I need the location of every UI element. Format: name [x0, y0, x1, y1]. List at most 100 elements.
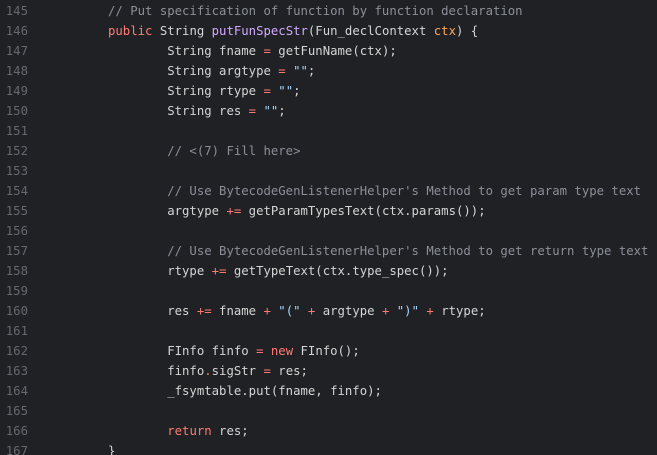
code-line[interactable]: 167}: [0, 441, 657, 455]
code-token: String: [152, 24, 212, 38]
code-token: // Use BytecodeGenListenerHelper's Metho…: [108, 244, 649, 258]
code-token: +=: [196, 304, 212, 318]
code-line[interactable]: 147 String fname = getFunName(ctx);: [0, 41, 657, 61]
code-token: =: [263, 364, 271, 378]
line-number: 163: [5, 364, 28, 378]
code-line[interactable]: 158 rtype += getTypeText(ctx.type_spec()…: [0, 261, 657, 281]
code-text: // Use BytecodeGenListenerHelper's Metho…: [108, 181, 641, 201]
code-token: String res: [108, 104, 249, 118]
code-token: getFunName(ctx);: [270, 44, 397, 58]
code-token: "": [293, 64, 308, 78]
code-token: =: [263, 44, 271, 58]
code-line[interactable]: 145 // Put specification of function by f…: [0, 1, 657, 21]
code-editor[interactable]: 145 // Put specification of function by f…: [0, 0, 657, 455]
code-line[interactable]: 160 res += fname + "(" + argtype + ")" +…: [0, 301, 657, 321]
code-token: // <(7) Fill here>: [108, 144, 301, 158]
line-number: 148: [5, 64, 28, 78]
code-text: }: [108, 441, 115, 455]
code-token: argtype: [315, 304, 382, 318]
code-token: +=: [211, 264, 227, 278]
line-number: 155: [5, 204, 28, 218]
code-line[interactable]: 154 // Use BytecodeGenListenerHelper's M…: [0, 181, 657, 201]
code-token: rtype;: [433, 304, 486, 318]
line-number: 156: [5, 224, 28, 238]
code-token: argtype: [108, 204, 227, 218]
code-text: // Use BytecodeGenListenerHelper's Metho…: [108, 241, 648, 261]
code-token: FInfo();: [293, 344, 360, 358]
code-token: res;: [211, 424, 249, 438]
code-text: // <(7) Fill here>: [108, 141, 301, 161]
line-number: 166: [5, 424, 28, 438]
code-line[interactable]: 153: [0, 161, 657, 181]
code-text: String rtype = "";: [108, 81, 301, 101]
code-token: new: [270, 344, 294, 358]
code-text: // Put specification of function by func…: [108, 1, 523, 21]
code-token: =: [263, 84, 271, 98]
line-number: 167: [5, 444, 28, 455]
code-token: (Fun_declContext: [307, 24, 434, 38]
code-line[interactable]: 155 argtype += getParamTypesText(ctx.par…: [0, 201, 657, 221]
code-line[interactable]: 159: [0, 281, 657, 301]
line-number: 145: [5, 4, 28, 18]
code-token: "(": [278, 304, 301, 318]
code-token: "": [278, 84, 294, 98]
code-token: =: [278, 64, 286, 78]
code-line[interactable]: 161: [0, 321, 657, 341]
code-token: String rtype: [108, 84, 264, 98]
code-line[interactable]: 165: [0, 401, 657, 421]
code-token: FInfo finfo: [108, 344, 257, 358]
code-line[interactable]: 164 _fsymtable.put(fname, finfo);: [0, 381, 657, 401]
code-token: res: [108, 304, 197, 318]
line-number: 158: [5, 264, 28, 278]
code-line[interactable]: 148 String argtype = "";: [0, 61, 657, 81]
line-number: 147: [5, 44, 28, 58]
line-number: 154: [5, 184, 28, 198]
code-line[interactable]: 149 String rtype = "";: [0, 81, 657, 101]
code-token: String argtype: [108, 64, 279, 78]
code-line[interactable]: 157 // Use BytecodeGenListenerHelper's M…: [0, 241, 657, 261]
line-number: 149: [5, 84, 28, 98]
code-line[interactable]: 151: [0, 121, 657, 141]
code-token: _fsymtable.put(fname, finfo);: [108, 384, 382, 398]
code-token: ")": [396, 304, 419, 318]
code-line[interactable]: 163 finfo.sigStr = res;: [0, 361, 657, 381]
code-text: argtype += getParamTypesText(ctx.params(…: [108, 201, 485, 221]
code-token: return: [167, 424, 212, 438]
code-text: res += fname + "(" + argtype + ")" + rty…: [108, 301, 486, 321]
line-number: 157: [5, 244, 28, 258]
code-token: ctx: [433, 24, 456, 38]
line-number: 165: [5, 404, 28, 418]
code-line[interactable]: 152 // <(7) Fill here>: [0, 141, 657, 161]
line-number: 151: [5, 124, 28, 138]
code-line[interactable]: 146 public String putFunSpecStr(Fun_declC…: [0, 21, 657, 41]
line-number: 162: [5, 344, 28, 358]
code-token: "": [263, 104, 279, 118]
code-token: getTypeText(ctx.type_spec());: [226, 264, 449, 278]
code-text: rtype += getTypeText(ctx.type_spec());: [108, 261, 449, 281]
code-text: return res;: [108, 421, 249, 441]
code-token: public: [108, 24, 153, 38]
code-token: // Use BytecodeGenListenerHelper's Metho…: [108, 184, 642, 198]
line-number: 159: [5, 284, 28, 298]
code-token: =: [248, 104, 257, 118]
code-line[interactable]: 162 FInfo finfo = new FInfo();: [0, 341, 657, 361]
code-token: // Put specification of function by func…: [108, 4, 523, 18]
code-text: finfo.sigStr = res;: [108, 361, 308, 381]
code-line[interactable]: 156: [0, 221, 657, 241]
code-token: ;: [293, 84, 301, 98]
line-number: 150: [5, 104, 28, 118]
code-token: rtype: [108, 264, 212, 278]
code-token: +: [263, 304, 271, 318]
code-text: public String putFunSpecStr(Fun_declCont…: [108, 21, 478, 41]
code-text: String argtype = "";: [108, 61, 315, 81]
code-token: String fname: [108, 44, 264, 58]
code-line[interactable]: 166 return res;: [0, 421, 657, 441]
code-token: ) {: [455, 24, 479, 38]
code-line[interactable]: 150 String res = "";: [0, 101, 657, 121]
line-number: 153: [5, 164, 28, 178]
code-token: +: [426, 304, 434, 318]
line-number: 146: [5, 24, 28, 38]
code-text: String res = "";: [108, 101, 285, 121]
code-text: _fsymtable.put(fname, finfo);: [108, 381, 382, 401]
